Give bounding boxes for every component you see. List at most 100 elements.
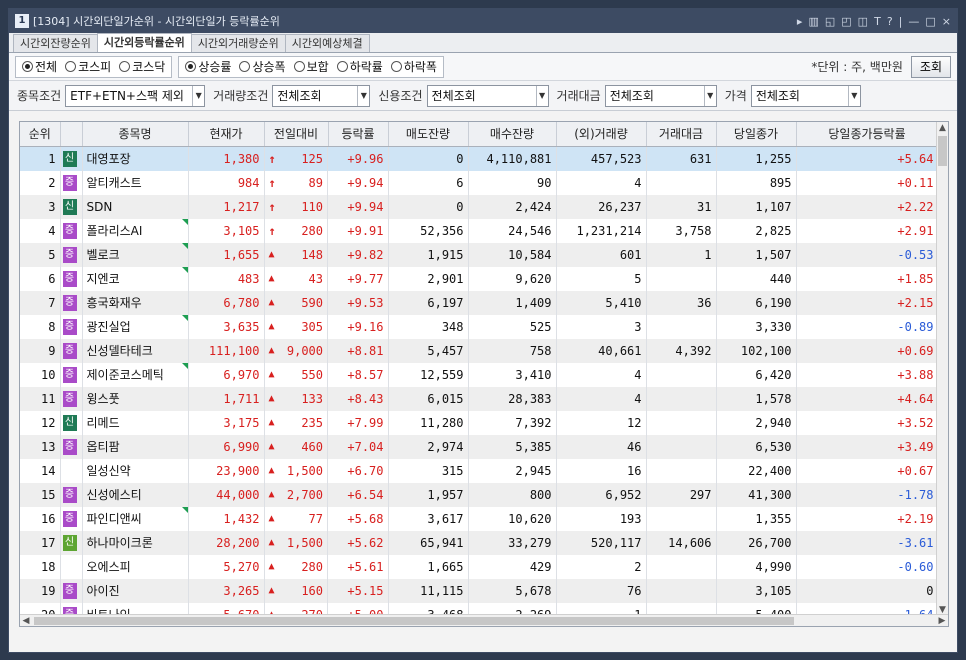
table-row[interactable]: 4 증 폴라리스AI 3,105 ↑ 280 +9.91 52,356 24,546 1,231,… (20, 218, 939, 243)
horizontal-scrollbar[interactable]: ◀ ▶ (20, 614, 948, 626)
condition-select-5[interactable]: 전체조회 ▼ (750, 84, 861, 107)
condition-select-4[interactable]: 전체조회 ▼ (604, 84, 717, 107)
table-row[interactable]: 18 오에스피 5,270 ▲ 280 +5.61 1,665 429 2 4,990 -0.60 (20, 554, 939, 579)
radio-dot-icon[interactable] (22, 61, 33, 72)
column-header-8[interactable]: 매수잔량 (468, 122, 557, 147)
table-row[interactable]: 3 신 SDN 1,217 ↑ 110 +9.94 0 2,424 26,237 31 1,107 +2… (20, 194, 939, 219)
tab-1[interactable]: 시간외잔량순위 (13, 34, 98, 52)
up-triangle-icon: ▲ (268, 273, 275, 284)
buy-volume-cell: 9,620 (468, 266, 557, 291)
radio-dot-icon[interactable] (336, 61, 348, 72)
radio-dot-icon[interactable] (293, 61, 305, 72)
column-header-6[interactable]: 등락률 (328, 122, 389, 147)
table-row[interactable]: 13 증 옵티팜 6,990 ▲ 460 +7.04 2,974 5,385 46 6,530 +3.… (20, 434, 939, 459)
margin-badge: 신 (62, 415, 77, 431)
column-header-2[interactable] (60, 122, 83, 147)
market-radio-3[interactable]: 코스닥 (119, 58, 165, 75)
scroll-up-icon[interactable]: ▲ (937, 122, 948, 134)
sort-radio-4[interactable]: 하락률 (336, 58, 383, 75)
chevron-down-icon[interactable]: ▼ (847, 85, 860, 106)
chevron-down-icon[interactable]: ▼ (703, 85, 716, 106)
chevron-down-icon[interactable]: ▼ (357, 85, 369, 106)
column-header-5[interactable]: 전일대비 (264, 122, 329, 147)
font-icon[interactable]: T (874, 15, 881, 28)
layout-icon[interactable]: ▥ (808, 15, 818, 28)
table-row[interactable]: 1 신 대영포장 1,380 ↑ 125 +9.96 0 4,110,881 457,523 631… (20, 146, 939, 171)
change-cell: ▲ 590 (264, 290, 328, 315)
condition-select-2[interactable]: 전체조회 ▼ (272, 84, 371, 107)
change-value: 280 (301, 223, 323, 238)
vertical-scroll-thumb[interactable] (938, 136, 947, 166)
market-radio-1[interactable]: 전체 (22, 58, 57, 75)
minimize-icon[interactable]: — (908, 15, 919, 28)
query-button[interactable]: 조회 (910, 55, 951, 78)
column-header-12[interactable]: 당일종가등락률 (796, 122, 939, 147)
column-header-1[interactable]: 순위 (20, 122, 61, 147)
radio-dot-icon[interactable] (390, 61, 402, 72)
radio-dot-icon[interactable] (185, 61, 197, 72)
help-icon[interactable]: ? (887, 15, 893, 28)
table-row[interactable]: 2 증 알티캐스트 984 ↑ 89 +9.94 6 90 4 895 +0.11 (20, 170, 939, 195)
chevron-down-icon[interactable]: ▼ (535, 85, 548, 106)
radio-dot-icon[interactable] (65, 61, 77, 72)
table-row[interactable]: 9 증 신성델타테크 111,100 ▲ 9,000 +8.81 5,457 758 40,661… (20, 338, 939, 363)
table-row[interactable]: 11 증 윙스풋 1,711 ▲ 133 +8.43 6,015 28,383 4 1,578 +4.… (20, 386, 939, 411)
up-triangle-icon: ▲ (268, 369, 275, 380)
table-row[interactable]: 15 증 신성에스티 44,000 ▲ 2,700 +6.54 1,957 800 6,952 29… (20, 482, 939, 507)
table-row[interactable]: 16 증 파인디앤씨 1,432 ▲ 77 +5.68 3,617 10,620 193 1,355… (20, 506, 939, 531)
condition-select-3[interactable]: 전체조회 ▼ (426, 84, 549, 107)
table-row[interactable]: 10 증 제이준코스메틱 6,970 ▲ 550 +8.57 12,559 3,410 4 6,42… (20, 362, 939, 387)
table-row[interactable]: 5 증 벨로크 1,655 ▲ 148 +9.82 1,915 10,584 601 1 1,507-… (20, 242, 939, 267)
volume-cell: 3 (556, 314, 647, 339)
upper-limit-arrow-icon: ↑ (268, 151, 276, 166)
tab-4[interactable]: 시간외예상체결 (284, 34, 370, 52)
scroll-right-icon[interactable]: ▶ (936, 615, 948, 626)
table-row[interactable]: 6 증 지엔코 483 ▲ 43 +9.77 2,901 9,620 5 440 +1.85 (20, 266, 939, 291)
close-price-cell: 6,420 (716, 362, 797, 387)
vertical-scrollbar[interactable]: ▲ ▼ (936, 122, 948, 616)
pin-icon[interactable]: ◰ (841, 15, 851, 28)
column-header-9[interactable]: (외)거래량 (556, 122, 647, 147)
column-header-3[interactable]: 종목명 (82, 122, 189, 147)
table-row[interactable]: 8 증 광진실업 3,635 ▲ 305 +9.16 348 525 3 3,330 -0.89 (20, 314, 939, 339)
up-triangle-icon: ▲ (268, 585, 275, 596)
maximize-icon[interactable]: □ (925, 15, 935, 28)
sort-radio-1[interactable]: 상승률 (185, 58, 231, 75)
radio-dot-icon[interactable] (239, 61, 251, 72)
tab-2[interactable]: 시간외등락률순위 (96, 33, 192, 52)
column-header-4[interactable]: 현재가 (188, 122, 265, 147)
dock-icon[interactable]: ◫ (858, 15, 868, 28)
table-row[interactable]: 17 신 하나마이크론 28,200 ▲ 1,500 +5.62 65,941 33,279 52… (20, 530, 939, 555)
stock-name-cell: 광진실업 (82, 314, 189, 339)
tab-3[interactable]: 시간외거래량순위 (190, 34, 286, 52)
sort-radio-3[interactable]: 보합 (293, 58, 329, 75)
radio-dot-icon[interactable] (119, 61, 131, 72)
chevron-down-icon[interactable]: ▼ (192, 85, 204, 106)
window-title: [1304] 시간외단일가순위 - 시간외단일가 등락률순위 (33, 15, 280, 28)
table-row[interactable]: 14 일성신약 23,900 ▲ 1,500 +6.70 315 2,945 16 22,400 +… (20, 458, 939, 483)
sort-radio-2[interactable]: 상승폭 (239, 58, 286, 75)
volume-cell: 40,661 (556, 338, 647, 363)
table-row[interactable]: 19 증 아이진 3,265 ▲ 160 +5.15 11,115 5,678 76 3,105 0 (20, 578, 939, 603)
table-row[interactable]: 12 신 리메드 3,175 ▲ 235 +7.99 11,280 7,392 12 2,940 +3… (20, 410, 939, 435)
rank-cell: 4 (20, 218, 61, 243)
margin-badge: 증 (62, 367, 77, 383)
stock-name-cell: 폴라리스AI (82, 218, 189, 243)
volume-cell: 6,952 (556, 482, 647, 507)
close-rate-cell: -3.61 (796, 530, 939, 555)
horizontal-scroll-thumb[interactable] (34, 617, 794, 625)
up-triangle-icon: ▲ (268, 417, 275, 428)
column-header-11[interactable]: 당일종가 (716, 122, 797, 147)
scroll-left-icon[interactable]: ◀ (20, 615, 32, 626)
table-row[interactable]: 7 증 흥국화재우 6,780 ▲ 590 +9.53 6,197 1,409 5,410 36 6,… (20, 290, 939, 315)
column-header-7[interactable]: 매도잔량 (388, 122, 469, 147)
column-header-10[interactable]: 거래대금 (646, 122, 717, 147)
expand-icon[interactable]: ▸ (797, 15, 803, 28)
close-icon[interactable]: × (942, 15, 951, 28)
up-triangle-icon: ▲ (268, 345, 275, 356)
market-radio-2[interactable]: 코스피 (65, 58, 111, 75)
sort-radio-5[interactable]: 하락폭 (390, 58, 437, 75)
change-value: 235 (301, 415, 323, 430)
condition-select-1[interactable]: ETF+ETN+스팩 제외 ▼ (65, 84, 206, 107)
restore-icon[interactable]: ◱ (825, 15, 835, 28)
